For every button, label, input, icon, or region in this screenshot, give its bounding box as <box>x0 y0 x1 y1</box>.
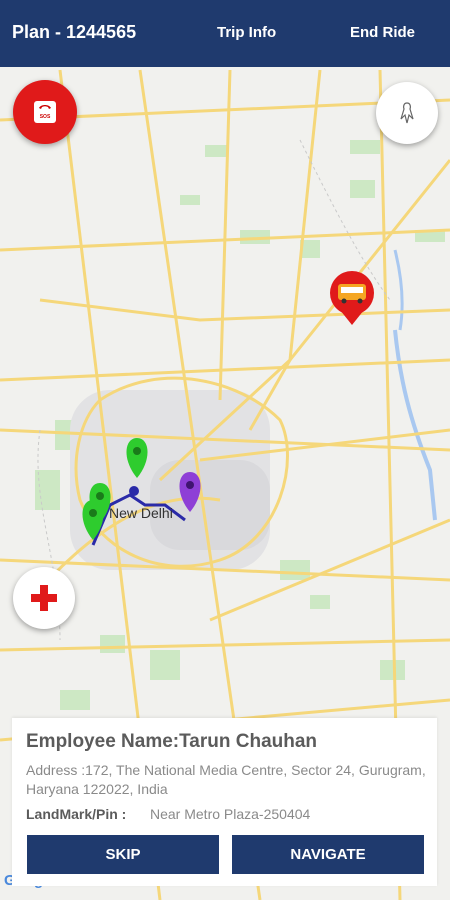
location-button[interactable] <box>376 82 438 144</box>
employee-card: Employee Name:Tarun Chauhan Address :172… <box>12 718 437 886</box>
location-pin-icon <box>400 102 414 124</box>
app-screen: Plan - 1244565 Trip Info End Ride New De… <box>0 0 450 900</box>
city-label: New Delhi <box>109 505 173 521</box>
employee-address: Address :172, The National Media Centre,… <box>26 762 426 797</box>
sos-button[interactable]: SOS <box>13 80 77 144</box>
trip-info-button[interactable]: Trip Info <box>217 24 276 41</box>
landmark-value: Near Metro Plaza-250404 <box>150 806 311 822</box>
landmark-label: LandMark/Pin : <box>26 806 127 822</box>
end-ride-button[interactable]: End Ride <box>350 24 415 41</box>
employee-name: Employee Name:Tarun Chauhan <box>26 731 318 752</box>
medical-button[interactable] <box>13 567 75 629</box>
navigate-button[interactable]: NAVIGATE <box>232 835 424 874</box>
medical-cross-icon <box>31 585 57 611</box>
top-bar: Plan - 1244565 Trip Info End Ride <box>0 0 450 67</box>
sos-label: SOS <box>39 114 51 120</box>
plan-title: Plan - 1244565 <box>12 22 137 42</box>
skip-button[interactable]: SKIP <box>27 835 219 874</box>
sos-phone-icon: SOS <box>34 101 56 123</box>
